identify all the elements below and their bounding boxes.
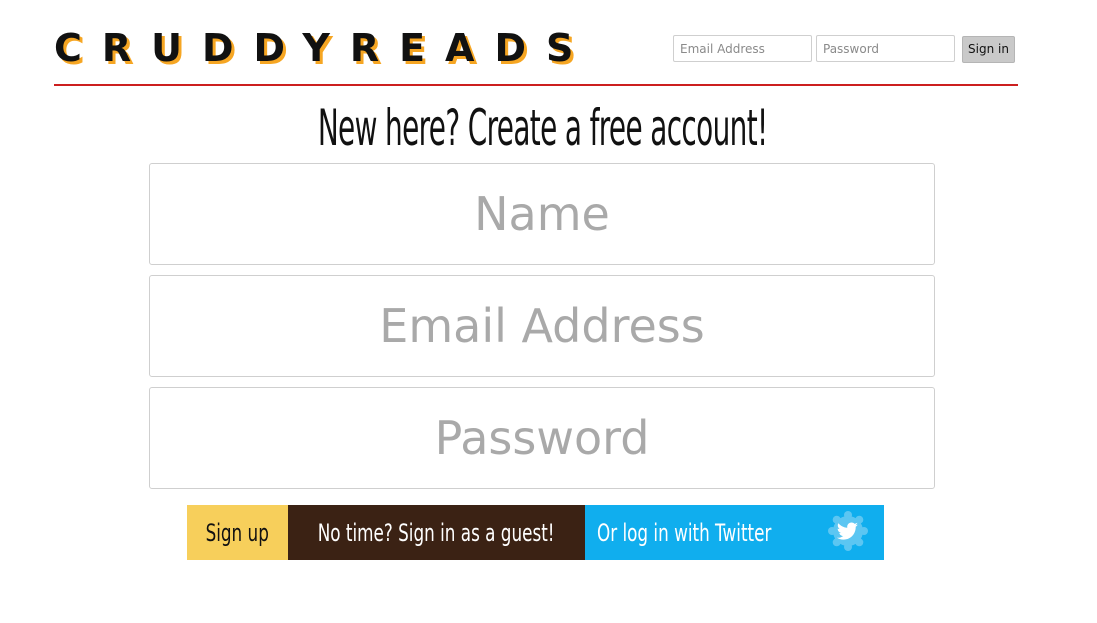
signup-email-input[interactable]	[149, 275, 935, 377]
header-signin-button[interactable]: Sign in	[962, 36, 1015, 63]
header-password-input[interactable]	[816, 35, 955, 62]
signup-button[interactable]: Sign up	[187, 505, 288, 560]
signup-button-label: Sign up	[205, 518, 270, 547]
guest-signin-button[interactable]: No time? Sign in as a guest!	[288, 505, 585, 560]
guest-signin-label: No time? Sign in as a guest!	[318, 518, 555, 547]
signup-actions: Sign up No time? Sign in as a guest! Or …	[187, 505, 884, 560]
twitter-login-label: Or log in with Twitter	[597, 518, 772, 547]
signup-password-input[interactable]	[149, 387, 935, 489]
site-logo[interactable]: CRUDDYREADS	[54, 26, 593, 70]
page-title: New here? Create a free account!	[317, 99, 768, 157]
twitter-bird-icon	[828, 511, 868, 551]
header-email-input[interactable]	[673, 35, 812, 62]
site-header: CRUDDYREADS Sign in	[54, 0, 1018, 86]
signup-name-input[interactable]	[149, 163, 935, 265]
